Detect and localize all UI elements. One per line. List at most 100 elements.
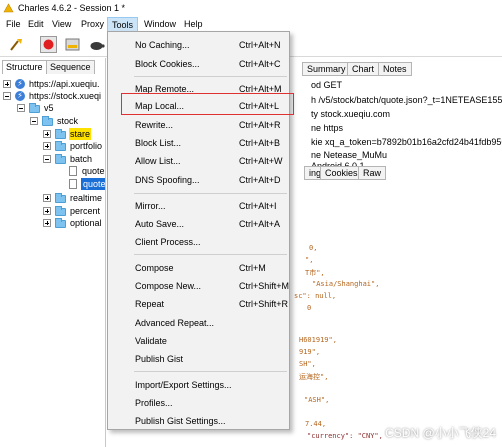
tools-dropdown-menu: No Caching... Ctrl+Alt+N Block Cookies...… <box>107 31 290 430</box>
menu-bar: File Edit View Proxy Tools Window Help <box>0 17 502 32</box>
menu-item-rewrite[interactable]: Rewrite... Ctrl+Alt+R <box>109 116 288 134</box>
menu-item-import-export-settings[interactable]: Import/Export Settings... <box>109 376 288 394</box>
collapse-minus-icon[interactable] <box>43 155 51 163</box>
menu-item-mirror[interactable]: Mirror... Ctrl+Alt+I <box>109 197 288 215</box>
json-fragment: ", <box>305 256 314 264</box>
menu-item-repeat[interactable]: Repeat Ctrl+Shift+R <box>109 295 288 313</box>
tree-label: stare <box>69 128 92 140</box>
tree-label: https://stock.xueqi <box>29 91 102 101</box>
summary-line: ne https <box>311 123 344 133</box>
tree-label: optional <box>70 218 102 228</box>
tree-folder-realtime[interactable]: realtime <box>43 192 105 204</box>
lightning-globe-icon: ⚡ <box>15 91 25 101</box>
tree-folder-percent[interactable]: percent <box>43 205 105 217</box>
collapse-minus-icon[interactable] <box>30 117 38 125</box>
file-icon <box>69 179 77 189</box>
json-fragment: SH", <box>299 360 316 368</box>
menu-item-allow-list[interactable]: Allow List... Ctrl+Alt+W <box>109 152 288 170</box>
menu-item-publish-gist-settings[interactable]: Publish Gist Settings... <box>109 412 288 430</box>
menu-proxy[interactable]: Proxy <box>77 17 108 32</box>
tree-folder-v5[interactable]: v5 <box>17 102 105 114</box>
expand-plus-icon[interactable] <box>43 142 51 150</box>
summary-line: od GET <box>311 80 343 90</box>
summary-line: ty stock.xueqiu.com <box>311 109 391 119</box>
menu-item-client-process[interactable]: Client Process... <box>109 233 288 251</box>
menu-item-advanced-repeat[interactable]: Advanced Repeat... <box>109 314 288 332</box>
json-fragment: 0, <box>309 244 318 252</box>
subtab-cookies[interactable]: Cookies <box>320 166 363 180</box>
tree-folder-stare[interactable]: stare <box>43 128 105 140</box>
menu-view[interactable]: View <box>48 17 75 32</box>
tree-label: batch <box>70 154 93 164</box>
menu-help[interactable]: Help <box>180 17 207 32</box>
json-fragment: "Asia/Shanghai", <box>312 280 380 288</box>
expand-plus-icon[interactable] <box>43 207 51 215</box>
menu-tools[interactable]: Tools <box>107 17 139 32</box>
menu-item-validate[interactable]: Validate <box>109 332 288 350</box>
lightning-globe-icon: ⚡ <box>15 79 25 89</box>
menu-item-block-list[interactable]: Block List... Ctrl+Alt+B <box>109 134 288 152</box>
subtab-raw[interactable]: Raw <box>358 166 387 180</box>
folder-icon <box>55 129 66 139</box>
json-fragment: sc": null, <box>294 292 337 300</box>
map-local-highlight-box <box>121 93 294 115</box>
tab-sequence[interactable]: Sequence <box>46 60 95 74</box>
tree-folder-optional[interactable]: optional <box>43 217 105 229</box>
summary-line: h /v5/stock/batch/quote.json?_t=1NETEASE… <box>311 95 502 105</box>
folder-icon <box>55 218 66 228</box>
collapse-minus-icon[interactable] <box>3 92 11 100</box>
collapse-minus-icon[interactable] <box>17 104 25 112</box>
tree-file-quote[interactable]: quote <box>57 165 105 177</box>
json-fragment: 919", <box>299 348 321 356</box>
tree-host-api[interactable]: ⚡ https://api.xueqiu. <box>3 78 105 90</box>
tab-summary[interactable]: Summary <box>302 62 351 76</box>
expand-plus-icon[interactable] <box>43 194 51 202</box>
charles-app-icon <box>3 3 14 13</box>
json-fragment: 0 <box>307 304 312 312</box>
tree-host-stock[interactable]: ⚡ https://stock.xueqi <box>3 90 105 102</box>
menu-item-compose-new[interactable]: Compose New... Ctrl+Shift+M <box>109 277 289 295</box>
tree-label: v5 <box>44 103 54 113</box>
tab-notes[interactable]: Notes <box>378 62 412 76</box>
menu-item-publish-gist[interactable]: Publish Gist <box>109 350 288 368</box>
menu-item-block-cookies[interactable]: Block Cookies... Ctrl+Alt+C <box>109 55 288 73</box>
tree-folder-portfolio[interactable]: portfolio <box>43 140 105 152</box>
menu-item-profiles[interactable]: Profiles... <box>109 394 288 412</box>
menu-window[interactable]: Window <box>140 17 180 32</box>
menu-separator <box>134 371 287 372</box>
tree-folder-batch[interactable]: batch <box>43 153 105 165</box>
folder-icon <box>55 193 66 203</box>
turtle-icon[interactable] <box>88 36 105 53</box>
menu-file[interactable]: File <box>2 17 25 32</box>
tree-file-quote-selected[interactable]: quote <box>57 178 105 190</box>
tree-label: https://api.xueqiu. <box>29 79 100 89</box>
tree-label: stock <box>57 116 79 126</box>
record-icon[interactable] <box>40 36 57 53</box>
tree-label: quote <box>82 166 105 176</box>
window-title: Charles 4.6.2 - Session 1 * <box>18 3 126 13</box>
json-fragment: H601919", <box>299 336 337 344</box>
menu-item-dns-spoofing[interactable]: DNS Spoofing... Ctrl+Alt+D <box>109 171 288 189</box>
json-fragment: "ASH", <box>304 396 330 404</box>
json-fragment: 运海控", <box>299 373 329 381</box>
tab-structure[interactable]: Structure <box>2 60 47 74</box>
expand-plus-icon[interactable] <box>43 130 51 138</box>
menu-edit[interactable]: Edit <box>24 17 48 32</box>
folder-icon <box>42 116 53 126</box>
tree-label: percent <box>70 206 101 216</box>
menu-item-no-caching[interactable]: No Caching... Ctrl+Alt+N <box>109 36 288 54</box>
menu-item-compose[interactable]: Compose Ctrl+M <box>109 259 288 277</box>
broom-icon[interactable] <box>8 36 25 53</box>
json-fragment: "currency": "CNY", <box>307 432 383 440</box>
summary-line: ne Netease_MuMu <box>311 150 388 160</box>
json-fragment: T市", <box>305 269 325 277</box>
structure-panel: Structure Sequence ⚡ https://api.xueqiu.… <box>0 58 106 447</box>
folder-icon <box>55 206 66 216</box>
expand-plus-icon[interactable] <box>3 80 11 88</box>
menu-separator <box>134 254 287 255</box>
tree-folder-stock[interactable]: stock <box>30 115 105 127</box>
menu-item-auto-save[interactable]: Auto Save... Ctrl+Alt+A <box>109 215 288 233</box>
tab-chart[interactable]: Chart <box>347 62 380 76</box>
expand-plus-icon[interactable] <box>43 219 51 227</box>
throttle-icon[interactable] <box>64 36 81 53</box>
